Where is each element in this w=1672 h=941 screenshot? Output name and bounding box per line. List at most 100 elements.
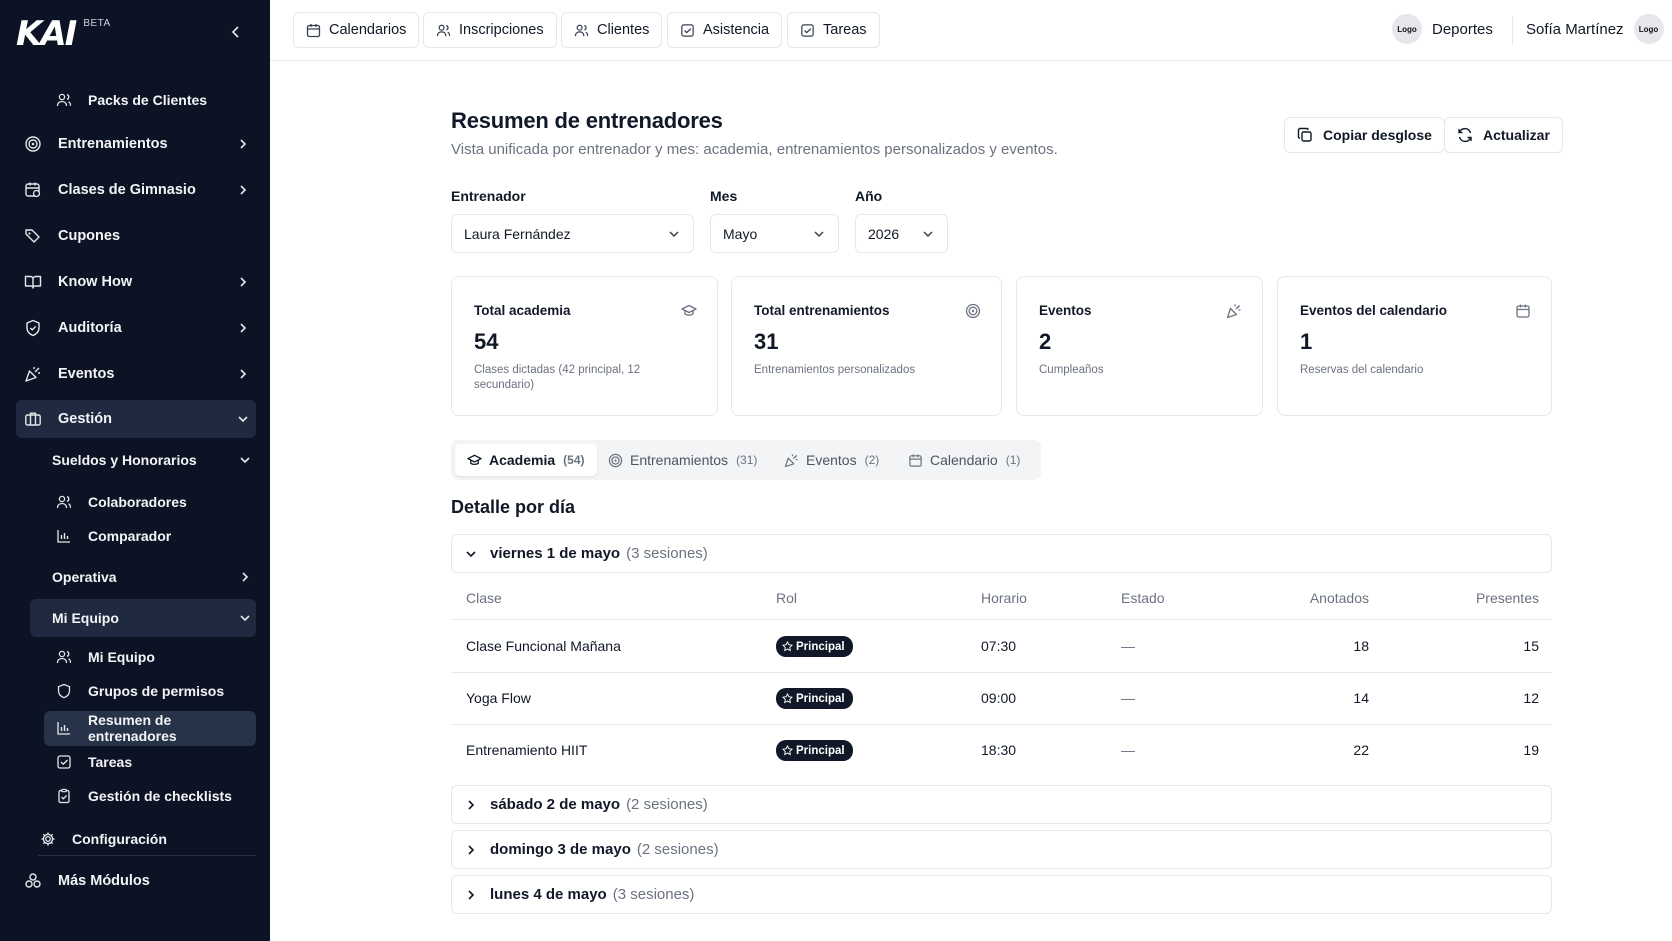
card-description: Reservas del calendario bbox=[1300, 364, 1424, 376]
refresh-icon bbox=[1457, 127, 1473, 143]
sidebar-item-entrenamientos[interactable]: Entrenamientos bbox=[24, 124, 254, 164]
book-open-icon bbox=[24, 273, 42, 291]
column-header-clase: Clase bbox=[466, 590, 502, 606]
sidebar-item-colaboradores[interactable]: Colaboradores bbox=[56, 486, 260, 518]
user-name: Sofía Martínez bbox=[1526, 20, 1624, 38]
month-value: Mayo bbox=[723, 225, 758, 242]
sidebar: KAI BETA Packs de Clientes Entrenamiento… bbox=[0, 0, 270, 941]
tab-asistencia[interactable]: Asistencia bbox=[667, 12, 783, 48]
sidebar-item-packs[interactable]: Packs de Clientes bbox=[56, 84, 260, 116]
chevron-down-icon bbox=[236, 412, 250, 426]
card-description: Clases dictadas (42 principal, 12 secund… bbox=[474, 364, 641, 391]
chevron-right-icon bbox=[236, 321, 250, 335]
chevron-right-icon bbox=[464, 888, 478, 902]
users-icon bbox=[56, 92, 72, 108]
chevron-down-icon bbox=[812, 227, 826, 241]
sidebar-group-operativa[interactable]: Operativa bbox=[52, 559, 256, 595]
day-accordion-1[interactable]: viernes 1 de mayo (3 sesiones) bbox=[451, 534, 1552, 573]
tab-label: Asistencia bbox=[703, 22, 770, 38]
sidebar-item-auditoria[interactable]: Auditoría bbox=[24, 308, 254, 348]
card-title: Eventos del calendario bbox=[1300, 303, 1448, 318]
sidebar-label: Cupones bbox=[58, 228, 121, 244]
calendar-icon bbox=[1515, 303, 1531, 319]
sidebar-item-resumen[interactable]: Resumen de entrenadores bbox=[56, 712, 260, 744]
sidebar-item-configuracion[interactable]: Configuración bbox=[40, 823, 244, 855]
sidebar-item-clases[interactable]: Clases de Gimnasio bbox=[24, 170, 254, 210]
tab-calendario[interactable]: Calendario (1) bbox=[896, 444, 1032, 476]
sidebar-label: Operativa bbox=[52, 569, 117, 585]
gear-icon bbox=[40, 831, 56, 847]
sidebar-label: Mi Equipo bbox=[52, 610, 119, 626]
sidebar-item-checklists[interactable]: Gestión de checklists bbox=[56, 780, 260, 812]
copy-breakdown-button[interactable]: Copiar desglose bbox=[1284, 117, 1445, 153]
tab-inscripciones[interactable]: Inscripciones bbox=[423, 12, 557, 48]
cell-anotados: 14 bbox=[1353, 690, 1369, 706]
clipboard-check-icon bbox=[56, 788, 72, 804]
trainer-select[interactable]: Laura Fernández bbox=[451, 214, 694, 253]
star-icon bbox=[782, 641, 793, 652]
table-row[interactable]: Entrenamiento HIIT Principal 18:30 — 22 … bbox=[451, 725, 1552, 777]
cell-clase: Yoga Flow bbox=[466, 690, 531, 706]
app-logo[interactable]: KAI BETA bbox=[16, 14, 111, 54]
tab-academia[interactable]: Academia (54) bbox=[455, 444, 597, 476]
sidebar-label: Gestión de checklists bbox=[88, 788, 232, 804]
cell-estado: — bbox=[1121, 690, 1135, 706]
card-title: Total entrenamientos bbox=[754, 303, 890, 318]
sidebar-item-tareas[interactable]: Tareas bbox=[56, 746, 260, 778]
tags-icon bbox=[24, 227, 42, 245]
refresh-button[interactable]: Actualizar bbox=[1444, 117, 1563, 153]
stat-card-academia: Total academia 54 Clases dictadas (42 pr… bbox=[451, 276, 718, 416]
sidebar-item-comparador[interactable]: Comparador bbox=[56, 520, 260, 552]
sidebar-label: Tareas bbox=[88, 754, 133, 770]
role-badge: Principal bbox=[776, 688, 853, 709]
role-badge: Principal bbox=[776, 740, 853, 761]
cell-anotados: 18 bbox=[1353, 638, 1369, 654]
user-menu[interactable]: Sofía Martínez Logo bbox=[1526, 14, 1664, 44]
card-description: Cumpleaños bbox=[1039, 364, 1104, 376]
category-tabs: Academia (54) Entrenamientos (31) Evento… bbox=[451, 440, 1041, 480]
trainer-label: Entrenador bbox=[451, 188, 526, 204]
sidebar-group-sueldos[interactable]: Sueldos y Honorarios bbox=[52, 442, 256, 478]
card-title: Eventos bbox=[1039, 303, 1092, 318]
month-select[interactable]: Mayo bbox=[710, 214, 839, 253]
tab-count: (31) bbox=[736, 453, 758, 467]
table-row[interactable]: Clase Funcional Mañana Principal 07:30 —… bbox=[451, 621, 1552, 673]
bar-chart-icon bbox=[56, 528, 72, 544]
sidebar-item-mas-modulos[interactable]: Más Módulos bbox=[24, 861, 254, 901]
sidebar-item-cupones[interactable]: Cupones bbox=[24, 216, 254, 256]
tab-eventos[interactable]: Eventos (2) bbox=[772, 444, 891, 476]
sidebar-item-gestion[interactable]: Gestión bbox=[24, 399, 254, 439]
chevron-right-icon bbox=[464, 843, 478, 857]
star-icon bbox=[782, 693, 793, 704]
card-value: 1 bbox=[1300, 329, 1313, 354]
role-label: Principal bbox=[796, 692, 845, 705]
tab-tareas[interactable]: Tareas bbox=[787, 12, 880, 48]
users-icon bbox=[56, 494, 72, 510]
sidebar-label: Entrenamientos bbox=[58, 136, 168, 152]
day-accordion-2[interactable]: sábado 2 de mayo (2 sesiones) bbox=[451, 785, 1552, 824]
sidebar-item-knowhow[interactable]: Know How bbox=[24, 262, 254, 302]
sidebar-group-miequipo[interactable]: Mi Equipo bbox=[52, 600, 256, 636]
check-square-icon bbox=[56, 754, 72, 770]
tab-count: (1) bbox=[1005, 453, 1021, 467]
tab-entrenamientos[interactable]: Entrenamientos (31) bbox=[596, 444, 769, 476]
tab-clientes[interactable]: Clientes bbox=[561, 12, 663, 48]
chevron-down-icon bbox=[238, 453, 252, 467]
sidebar-item-eventos[interactable]: Eventos bbox=[24, 354, 254, 394]
year-select[interactable]: 2026 bbox=[855, 214, 948, 253]
star-icon bbox=[782, 745, 793, 756]
sidebar-item-miequipo[interactable]: Mi Equipo bbox=[56, 641, 260, 673]
tab-calendarios[interactable]: Calendarios bbox=[293, 12, 420, 48]
organization-switcher[interactable]: Logo Deportes bbox=[1392, 14, 1493, 44]
copy-icon bbox=[1297, 127, 1313, 143]
sidebar-item-grupos[interactable]: Grupos de permisos bbox=[56, 675, 260, 707]
tab-label: Entrenamientos bbox=[630, 452, 729, 468]
day-accordion-4[interactable]: lunes 4 de mayo (3 sesiones) bbox=[451, 875, 1552, 914]
cell-estado: — bbox=[1121, 742, 1135, 758]
table-row[interactable]: Yoga Flow Principal 09:00 — 14 12 bbox=[451, 673, 1552, 725]
chevron-right-icon bbox=[238, 570, 252, 584]
chevron-down-icon bbox=[464, 547, 478, 561]
day-accordion-3[interactable]: domingo 3 de mayo (2 sesiones) bbox=[451, 830, 1552, 869]
collapse-sidebar-icon[interactable] bbox=[228, 24, 244, 40]
day-sessions: (3 sesiones) bbox=[612, 886, 695, 903]
